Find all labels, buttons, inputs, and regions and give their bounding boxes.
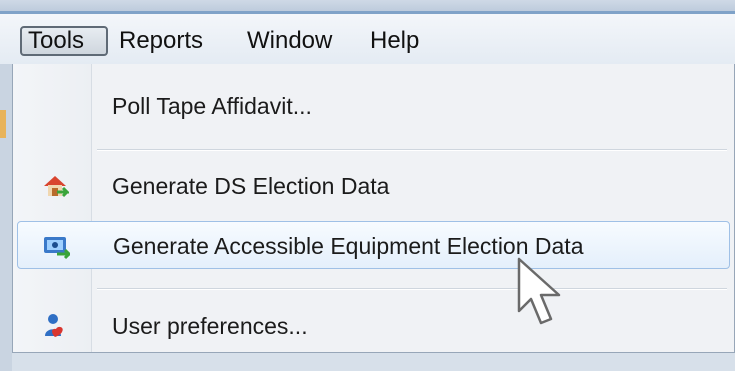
house-arrow-icon — [41, 172, 71, 200]
menu-item-label: Poll Tape Affidavit... — [112, 93, 312, 119]
menu-item-label: Generate DS Election Data — [112, 173, 390, 199]
menu-separator — [97, 288, 727, 290]
menu-tools[interactable]: Tools — [20, 26, 108, 56]
menu-item-user-preferences[interactable]: User preferences... — [17, 302, 730, 350]
menu-item-generate-accessible-equipment-election-data[interactable]: Generate Accessible Equipment Election D… — [17, 221, 730, 269]
background-left-pane — [0, 64, 12, 371]
tools-dropdown-menu: Poll Tape Affidavit... Generate DS Elect… — [12, 64, 735, 353]
menu-window[interactable]: Window — [241, 26, 338, 56]
menu-item-label: User preferences... — [112, 313, 308, 339]
menu-reports[interactable]: Reports — [113, 26, 209, 56]
menu-item-label: Generate Accessible Equipment Election D… — [113, 233, 584, 259]
menu-bar: Tools Reports Window Help — [0, 14, 735, 65]
menu-item-generate-ds-election-data[interactable]: Generate DS Election Data — [17, 162, 730, 210]
background-bottom-strip — [12, 353, 735, 371]
menu-separator — [97, 149, 727, 151]
background-accent — [0, 110, 6, 138]
menu-help[interactable]: Help — [364, 26, 425, 56]
user-icon — [41, 312, 69, 340]
accessible-equipment-icon — [42, 232, 73, 260]
window-top-strip — [0, 0, 735, 14]
menu-item-poll-tape-affidavit[interactable]: Poll Tape Affidavit... — [17, 82, 730, 130]
